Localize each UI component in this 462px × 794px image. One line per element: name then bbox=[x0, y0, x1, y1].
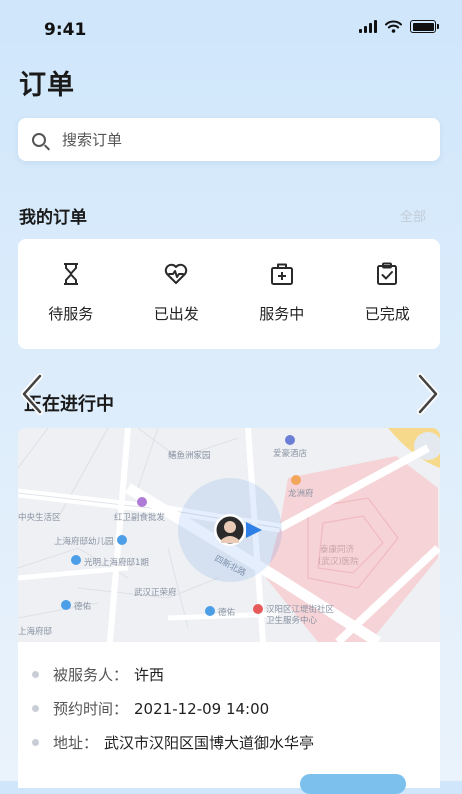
location-icon bbox=[32, 739, 39, 746]
battery-icon bbox=[410, 20, 439, 33]
avatar bbox=[214, 514, 246, 546]
status-completed[interactable]: 已完成 bbox=[335, 239, 441, 349]
status-in-service[interactable]: 服务中 bbox=[229, 239, 335, 349]
map-label: 卫生服务中心 bbox=[266, 615, 318, 626]
client-label: 被服务人： bbox=[53, 666, 129, 684]
order-map[interactable]: 鳝鱼洲家园 爱豪酒店 龙洲府 中央生活区 红卫副食批发 上海府邸幼儿园 光明上海… bbox=[18, 428, 440, 642]
status-time: 9:41 bbox=[44, 20, 87, 40]
appointment-time: 2021-12-09 14:00 bbox=[134, 699, 270, 718]
status-label: 已完成 bbox=[364, 305, 410, 323]
map-label: (武汉)医院 bbox=[318, 556, 359, 567]
map-label: 武汉正荣府 bbox=[134, 587, 177, 598]
search-bar[interactable] bbox=[18, 118, 440, 161]
clipboard-check-icon bbox=[377, 262, 398, 285]
status-pending-service[interactable]: 待服务 bbox=[18, 239, 124, 349]
see-all-link[interactable]: 全部 bbox=[400, 206, 426, 225]
medical-kit-icon bbox=[270, 263, 293, 285]
map-label: 上海府邸 bbox=[18, 626, 53, 637]
status-departed[interactable]: 已出发 bbox=[124, 239, 230, 349]
map-label: 光明上海府邸1期 bbox=[84, 557, 149, 568]
map-label: 鳝鱼洲家园 bbox=[168, 450, 211, 461]
map-label: 上海府邸幼儿园 bbox=[54, 536, 114, 547]
appointment-label: 预约时间： bbox=[53, 700, 129, 718]
map-label: 爱豪酒店 bbox=[273, 448, 308, 459]
address-row: 地址： 武汉市汉阳区国博大道御水华亭 bbox=[32, 732, 314, 753]
wifi-icon bbox=[385, 20, 402, 33]
my-orders-title: 我的订单 bbox=[19, 208, 87, 228]
status-label: 已出发 bbox=[153, 305, 199, 323]
search-icon bbox=[32, 132, 46, 147]
map-label: 红卫副食批发 bbox=[114, 512, 166, 523]
client-name: 许西 bbox=[134, 666, 165, 684]
status-label: 待服务 bbox=[48, 305, 94, 323]
appointment-row: 预约时间： 2021-12-09 14:00 bbox=[32, 698, 269, 719]
chevron-left-icon[interactable] bbox=[20, 372, 44, 416]
map-label: 中央生活区 bbox=[18, 512, 61, 523]
map-label: 龙洲府 bbox=[288, 488, 314, 499]
map-label: 泰康同济 bbox=[320, 544, 355, 555]
client-row: 被服务人： 许西 bbox=[32, 664, 164, 685]
action-button[interactable] bbox=[300, 774, 406, 794]
address-label: 地址： bbox=[53, 734, 99, 752]
order-card[interactable]: 鳝鱼洲家园 爱豪酒店 龙洲府 中央生活区 红卫副食批发 上海府邸幼儿园 光明上海… bbox=[18, 428, 440, 788]
page-title: 订单 bbox=[19, 70, 75, 101]
status-icons bbox=[359, 20, 439, 33]
hourglass-icon bbox=[63, 263, 78, 285]
clock-icon bbox=[32, 705, 39, 712]
map-label: 汉阳区江堤街社区 bbox=[266, 604, 335, 615]
chevron-right-icon[interactable] bbox=[416, 372, 440, 416]
search-input[interactable] bbox=[60, 129, 404, 150]
signal-icon bbox=[359, 20, 377, 33]
map-label: 德佑 bbox=[74, 601, 92, 612]
order-status-card: 待服务 已出发 服务中 已完成 bbox=[18, 239, 440, 349]
user-icon bbox=[32, 671, 39, 678]
map-label: 德佑 bbox=[218, 607, 236, 618]
status-label: 服务中 bbox=[259, 305, 305, 323]
address-value: 武汉市汉阳区国博大道御水华亭 bbox=[104, 734, 315, 752]
heartbeat-icon bbox=[165, 263, 188, 284]
